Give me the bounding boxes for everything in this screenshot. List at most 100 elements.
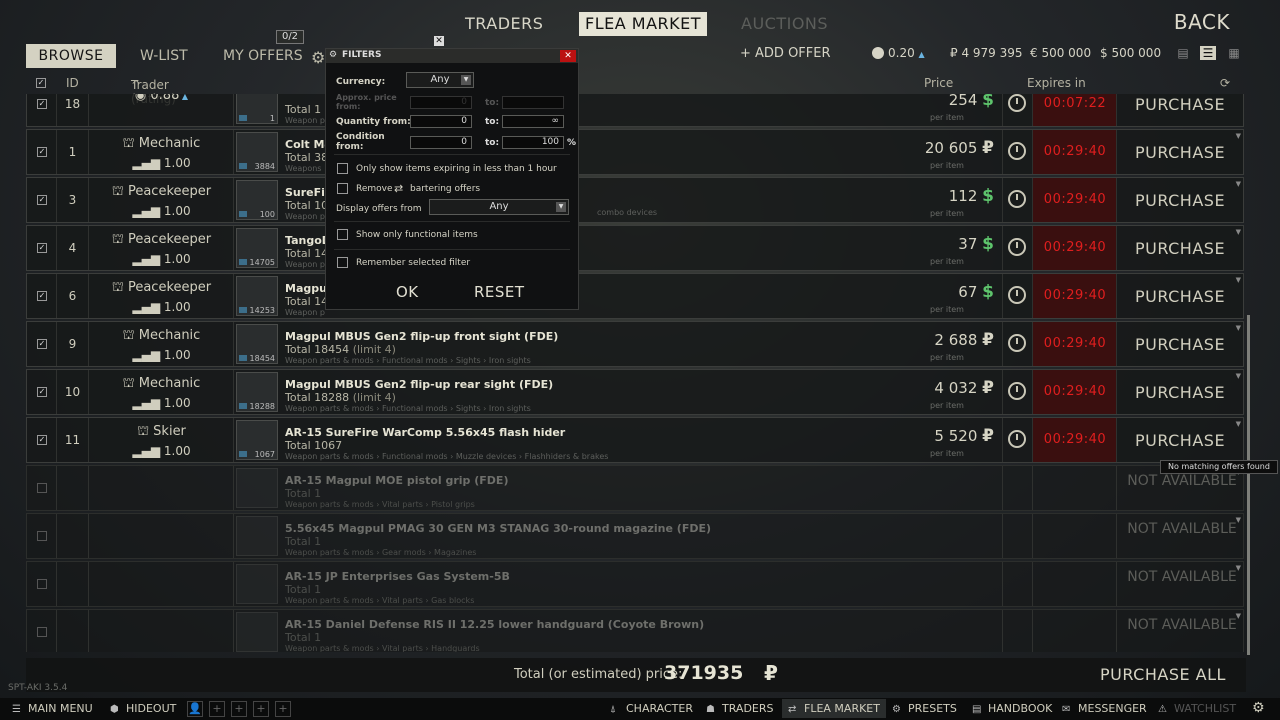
expand-chevron-icon[interactable]: ▼ — [1236, 612, 1241, 620]
trader-cell[interactable]: ⛫ Peacekeeper ▂▄▆ 1.00 — [89, 178, 234, 222]
currency-select[interactable]: Any ▼ — [406, 72, 474, 88]
table-row[interactable]: AR-15 JP Enterprises Gas System-5B Total … — [26, 561, 1244, 607]
expand-chevron-icon[interactable]: ▼ — [1236, 420, 1241, 428]
item-name[interactable]: 5.56x45 Magpul PMAG 30 GEN M3 STANAG 30-… — [285, 522, 711, 535]
purchase-cell[interactable]: PURCHASE — [1117, 418, 1243, 462]
row-checkbox[interactable]: ✓ — [37, 147, 47, 157]
hideout-button[interactable]: ⬢ HIDEOUT — [110, 702, 176, 715]
filter-gear-icon[interactable]: ⚙ — [311, 48, 325, 67]
expand-chevron-icon[interactable]: ▼ — [1236, 516, 1241, 524]
condition-to-field[interactable]: 100 — [502, 136, 564, 149]
row-checkbox[interactable] — [37, 579, 47, 589]
item-thumbnail[interactable] — [236, 564, 278, 604]
watchlist-button[interactable]: ⚠ WATCHLIST — [1158, 702, 1236, 715]
purchase-all-button[interactable]: PURCHASE ALL — [1100, 665, 1226, 684]
table-row[interactable]: ✓ 3 ⛫ Peacekeeper ▂▄▆ 1.00 100 SureFir Total 1… — [26, 177, 1244, 223]
purchase-button[interactable]: PURCHASE — [1117, 431, 1243, 450]
item-thumbnail[interactable]: 14705 — [236, 228, 278, 268]
column-id[interactable]: ID — [66, 76, 79, 90]
trader-cell[interactable]: ⛫ Mechanic ▂▄▆ 1.00 — [89, 322, 234, 366]
presets-button[interactable]: ⚙ PRESETS — [892, 702, 957, 715]
purchase-cell[interactable]: PURCHASE — [1117, 322, 1243, 366]
close-icon[interactable]: ✕ — [434, 36, 444, 46]
row-checkbox[interactable] — [37, 483, 47, 493]
row-checkbox-cell[interactable] — [27, 466, 57, 510]
column-expires[interactable]: Expires in — [1027, 76, 1086, 90]
row-checkbox-cell[interactable] — [27, 514, 57, 558]
column-price[interactable]: Price — [924, 76, 953, 90]
row-checkbox-cell[interactable]: ✓ — [27, 178, 57, 222]
flea-market-button[interactable]: ⇄ FLEA MARKET — [782, 699, 886, 718]
row-checkbox[interactable]: ✓ — [37, 291, 47, 301]
purchase-button[interactable]: PURCHASE — [1117, 335, 1243, 354]
item-thumbnail[interactable] — [236, 468, 278, 508]
trader-cell[interactable]: ⛫ Peacekeeper ▂▄▆ 1.00 — [89, 226, 234, 270]
handbook-button[interactable]: ▤ HANDBOOK — [972, 702, 1052, 715]
purchase-cell[interactable]: PURCHASE — [1117, 94, 1243, 126]
tile-view-icon[interactable]: ▦ — [1226, 46, 1242, 60]
row-checkbox[interactable]: ✓ — [37, 435, 47, 445]
player-icon[interactable]: 👤 — [187, 701, 203, 717]
filters-titlebar[interactable]: ⚙ FILTERS ✕ — [326, 49, 578, 63]
purchase-cell[interactable]: PURCHASE — [1117, 130, 1243, 174]
row-checkbox[interactable]: ✓ — [37, 243, 47, 253]
nav-auctions[interactable]: AUCTIONS — [741, 12, 828, 36]
ok-button[interactable]: OK — [396, 283, 419, 301]
item-name[interactable]: AR-15 SureFire WarComp 5.56x45 flash hid… — [285, 426, 565, 439]
table-row[interactable]: ✓ 10 ⛫ Mechanic ▂▄▆ 1.00 18288 Magpul MBUS Ge… — [26, 369, 1244, 415]
quantity-to-field[interactable]: ∞ — [502, 115, 564, 128]
tab-browse[interactable]: BROWSE — [26, 44, 116, 68]
row-checkbox-cell[interactable]: ✓ — [27, 418, 57, 462]
table-row[interactable]: ✓ 18 ◉ 0.88 ▲ 1 Total 1 Weapon p 254 $ per ite… — [26, 94, 1244, 127]
messenger-button[interactable]: ✉ MESSENGER — [1062, 702, 1147, 715]
table-row[interactable]: ✓ 1 ⛫ Mechanic ▂▄▆ 1.00 3884 Colt M4 Total 38 … — [26, 129, 1244, 175]
expand-chevron-icon[interactable]: ▼ — [1236, 180, 1241, 188]
row-checkbox-cell[interactable]: ✓ — [27, 130, 57, 174]
row-checkbox-cell[interactable] — [27, 562, 57, 606]
item-name[interactable]: SureFir — [285, 186, 330, 199]
row-checkbox[interactable] — [37, 531, 47, 541]
remove-bartering-checkbox[interactable] — [337, 183, 348, 194]
price-to-field[interactable] — [502, 96, 564, 109]
expand-chevron-icon[interactable]: ▼ — [1236, 228, 1241, 236]
row-checkbox-cell[interactable]: ✓ — [27, 226, 57, 270]
main-menu-button[interactable]: ☰ MAIN MENU — [12, 702, 93, 715]
expand-chevron-icon[interactable]: ▼ — [1236, 324, 1241, 332]
expand-chevron-icon[interactable]: ▼ — [1236, 372, 1241, 380]
purchase-button[interactable]: PURCHASE — [1117, 239, 1243, 258]
character-button[interactable]: ⍋ CHARACTER — [610, 702, 693, 715]
back-button[interactable]: BACK — [1174, 10, 1230, 34]
purchase-button[interactable]: PURCHASE — [1117, 287, 1243, 306]
functional-checkbox[interactable] — [337, 229, 348, 240]
nav-flea-market[interactable]: FLEA MARKET — [579, 12, 707, 36]
expand-chevron-icon[interactable]: ▼ — [1236, 132, 1241, 140]
reset-button[interactable]: RESET — [474, 283, 525, 301]
item-thumbnail[interactable]: 18454 — [236, 324, 278, 364]
refresh-icon[interactable]: ⟳ — [1220, 76, 1230, 90]
table-row[interactable]: ✓ 11 ⛫ Skier ▂▄▆ 1.00 1067 AR-15 SureFire War… — [26, 417, 1244, 463]
row-checkbox[interactable] — [37, 627, 47, 637]
item-thumbnail[interactable]: 14253 — [236, 276, 278, 316]
price-from-field[interactable]: 0 — [410, 96, 472, 109]
row-checkbox-cell[interactable]: ✓ — [27, 94, 57, 126]
purchase-cell[interactable]: PURCHASE — [1117, 274, 1243, 318]
item-name[interactable]: Magpul MBUS Gen2 flip-up rear sight (FDE… — [285, 378, 553, 391]
expand-chevron-icon[interactable]: ▼ — [1236, 276, 1241, 284]
item-thumbnail[interactable] — [236, 612, 278, 652]
condition-from-field[interactable]: 0 — [410, 136, 472, 149]
table-row[interactable]: ✓ 9 ⛫ Mechanic ▂▄▆ 1.00 18454 Magpul MBUS Gen… — [26, 321, 1244, 367]
row-checkbox[interactable]: ✓ — [37, 387, 47, 397]
item-name[interactable]: AR-15 JP Enterprises Gas System-5B — [285, 570, 510, 583]
row-checkbox-cell[interactable]: ✓ — [27, 274, 57, 318]
table-row[interactable]: AR-15 Magpul MOE pistol grip (FDE) Total … — [26, 465, 1244, 511]
trader-cell[interactable]: ⛫ Skier ▂▄▆ 1.00 — [89, 418, 234, 462]
purchase-cell[interactable]: PURCHASE — [1117, 178, 1243, 222]
table-row[interactable]: ✓ 6 ⛫ Peacekeeper ▂▄▆ 1.00 14253 Magpul Total … — [26, 273, 1244, 319]
traders-button[interactable]: ☗ TRADERS — [706, 702, 774, 715]
item-name[interactable]: AR-15 Daniel Defense RIS II 12.25 lower … — [285, 618, 704, 631]
purchase-cell[interactable]: PURCHASE — [1117, 226, 1243, 270]
trader-cell[interactable]: ⛫ Mechanic ▂▄▆ 1.00 — [89, 130, 234, 174]
item-name[interactable]: Magpul — [285, 282, 331, 295]
scrollbar[interactable] — [1247, 315, 1250, 655]
row-checkbox[interactable]: ✓ — [37, 195, 47, 205]
